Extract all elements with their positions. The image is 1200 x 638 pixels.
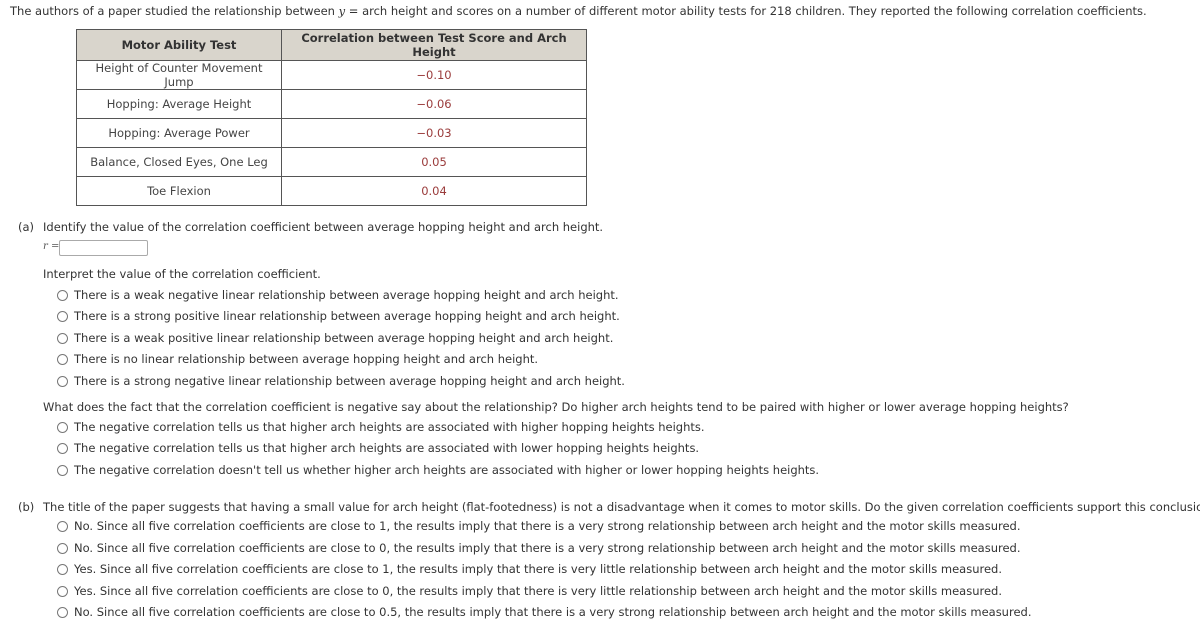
option-label: Yes. Since all five correlation coeffici… [74, 562, 1003, 576]
interpret-option[interactable]: There is a strong negative linear relati… [57, 374, 625, 388]
radio-button[interactable] [57, 464, 68, 476]
table-row: Height of Counter Movement Jump −0.10 [76, 60, 587, 90]
correlation-value: −0.10 [281, 60, 587, 90]
table-row: Toe Flexion 0.04 [76, 176, 587, 206]
correlation-value: 0.05 [281, 147, 587, 177]
correlation-table: Motor Ability Test Correlation between T… [76, 29, 587, 206]
interpret-option[interactable]: There is no linear relationship between … [57, 352, 538, 366]
radio-button[interactable] [57, 606, 68, 618]
radio-button[interactable] [57, 520, 68, 532]
negative-prompt: What does the fact that the correlation … [43, 400, 1069, 414]
table-row: Balance, Closed Eyes, One Leg 0.05 [76, 147, 587, 177]
intro-text-start: The authors of a paper studied the relat… [10, 4, 339, 18]
r-label: r = [43, 241, 60, 252]
part-a-question: Identify the value of the correlation co… [43, 220, 604, 234]
intro-text: The authors of a paper studied the relat… [10, 4, 1147, 18]
part-b-option[interactable]: No. Since all five correlation coefficie… [57, 519, 1021, 533]
option-label: The negative correlation tells us that h… [74, 420, 705, 434]
test-name: Hopping: Average Height [76, 89, 282, 119]
radio-button[interactable] [57, 442, 68, 454]
option-label: No. Since all five correlation coefficie… [74, 541, 1021, 555]
part-b-option[interactable]: No. Since all five correlation coefficie… [57, 541, 1021, 555]
part-b-option[interactable]: Yes. Since all five correlation coeffici… [57, 584, 1002, 598]
negative-option[interactable]: The negative correlation tells us that h… [57, 420, 705, 434]
table-row: Hopping: Average Height −0.06 [76, 89, 587, 119]
option-label: There is a weak positive linear relation… [74, 331, 614, 345]
option-label: The negative correlation doesn't tell us… [74, 463, 820, 477]
table-row: Hopping: Average Power −0.03 [76, 118, 587, 148]
correlation-value: −0.03 [281, 118, 587, 148]
interpret-option[interactable]: There is a strong positive linear relati… [57, 309, 620, 323]
part-a-label: (a) [18, 220, 35, 234]
correlation-value: 0.04 [281, 176, 587, 206]
part-b-option[interactable]: Yes. Since all five correlation coeffici… [57, 562, 1002, 576]
header-correlation: Correlation between Test Score and Arch … [281, 29, 587, 61]
table-header-row: Motor Ability Test Correlation between T… [76, 29, 587, 61]
header-motor-ability-test: Motor Ability Test [76, 29, 282, 61]
option-label: There is a strong positive linear relati… [74, 309, 620, 323]
radio-button[interactable] [57, 332, 68, 344]
interpret-option[interactable]: There is a weak positive linear relation… [57, 331, 613, 345]
correlation-value: −0.06 [281, 89, 587, 119]
r-value-input[interactable] [59, 240, 148, 256]
radio-button[interactable] [57, 310, 68, 322]
interpret-prompt: Interpret the value of the correlation c… [43, 267, 321, 281]
option-label: Yes. Since all five correlation coeffici… [74, 584, 1003, 598]
part-b-label: (b) [18, 500, 35, 514]
part-b-question: The title of the paper suggests that hav… [43, 500, 1200, 514]
test-name: Hopping: Average Power [76, 118, 282, 148]
radio-button[interactable] [57, 585, 68, 597]
option-label: There is a strong negative linear relati… [74, 374, 625, 388]
negative-option[interactable]: The negative correlation tells us that h… [57, 441, 699, 455]
radio-button[interactable] [57, 353, 68, 365]
option-label: No. Since all five correlation coefficie… [74, 605, 1032, 619]
radio-button[interactable] [57, 421, 68, 433]
test-name: Toe Flexion [76, 176, 282, 206]
intro-text-end: = arch height and scores on a number of … [345, 4, 1147, 18]
test-name: Height of Counter Movement Jump [76, 60, 282, 90]
negative-option[interactable]: The negative correlation doesn't tell us… [57, 463, 819, 477]
test-name: Balance, Closed Eyes, One Leg [76, 147, 282, 177]
option-label: No. Since all five correlation coefficie… [74, 519, 1021, 533]
radio-button[interactable] [57, 289, 68, 301]
interpret-option[interactable]: There is a weak negative linear relation… [57, 288, 619, 302]
radio-button[interactable] [57, 563, 68, 575]
option-label: There is a weak negative linear relation… [74, 288, 619, 302]
part-b-option[interactable]: No. Since all five correlation coefficie… [57, 605, 1031, 619]
radio-button[interactable] [57, 542, 68, 554]
option-label: The negative correlation tells us that h… [74, 441, 700, 455]
radio-button[interactable] [57, 375, 68, 387]
option-label: There is no linear relationship between … [74, 352, 539, 366]
